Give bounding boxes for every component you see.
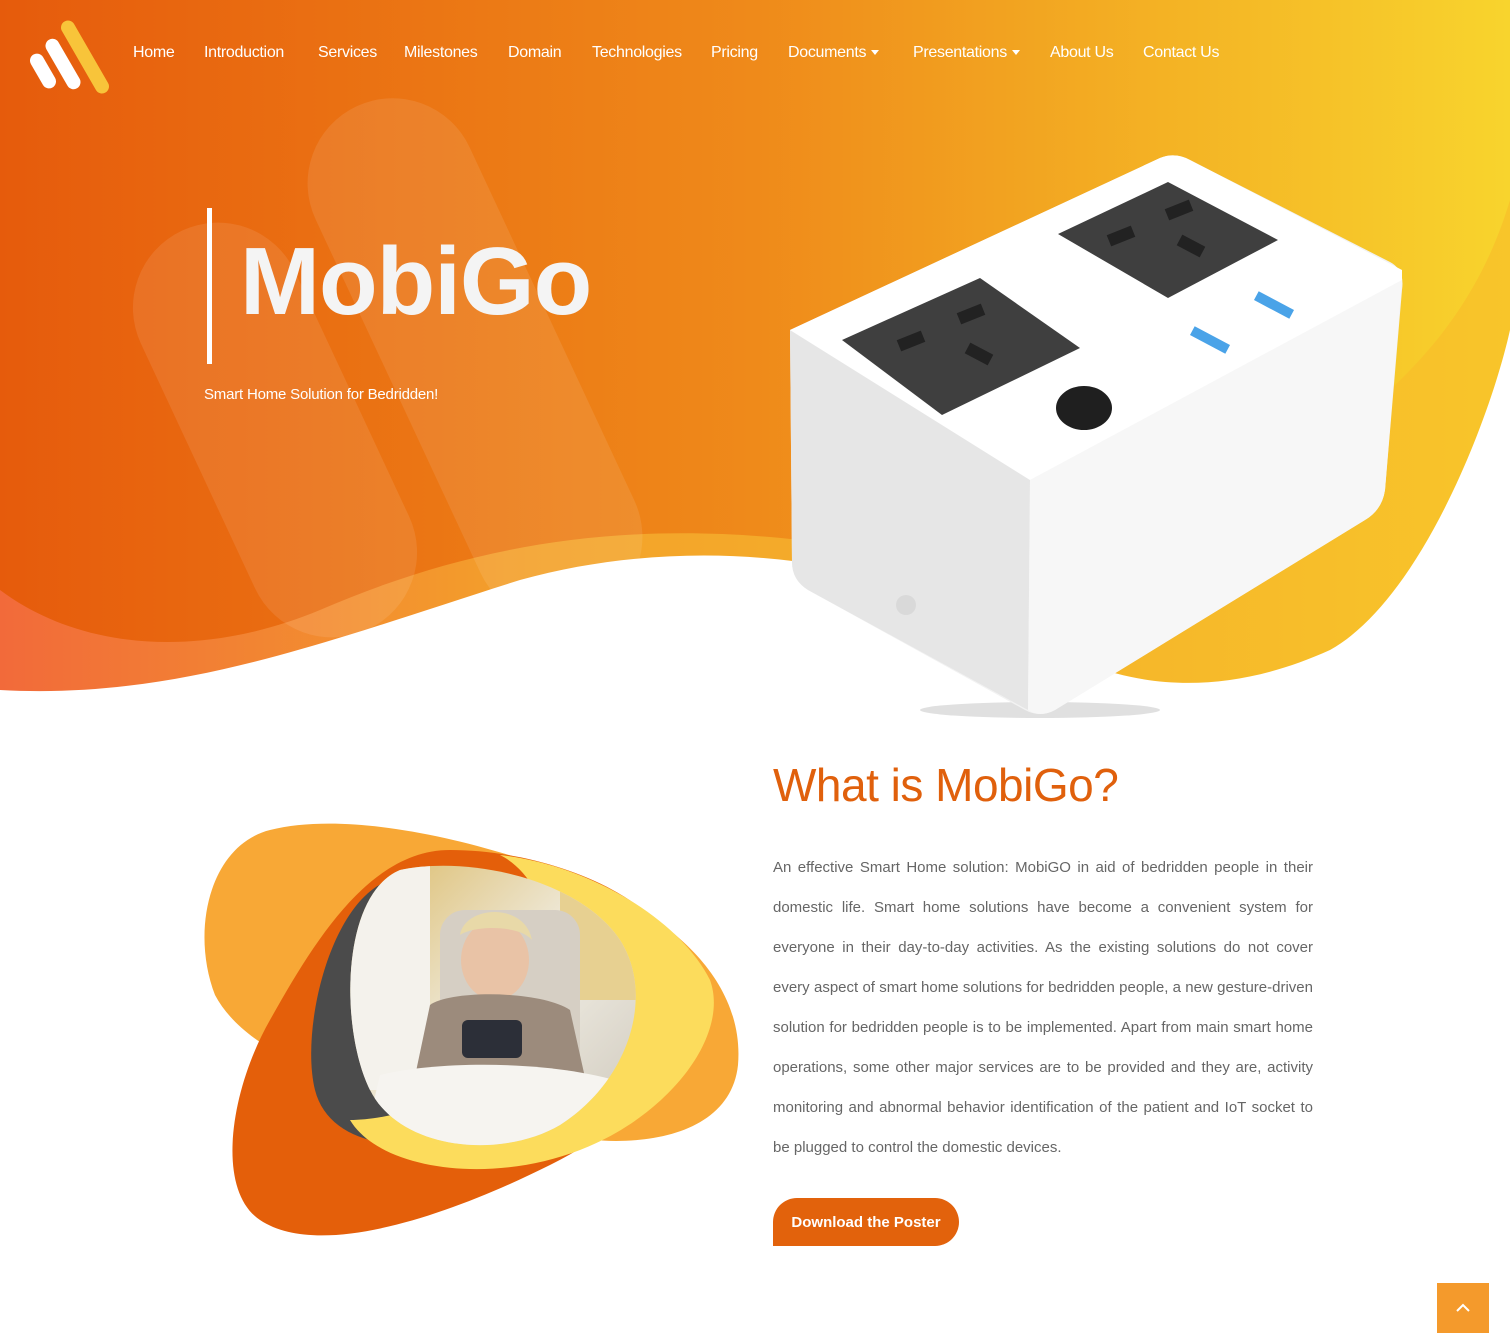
nav-services[interactable]: Services: [318, 44, 377, 68]
chevron-up-icon: [1456, 1303, 1470, 1312]
brand-logo-icon[interactable]: [30, 14, 114, 98]
nav-documents-dropdown[interactable]: Documents: [788, 44, 880, 68]
about-heading: What is MobiGo?: [773, 759, 1119, 811]
hero-title: MobiGo: [240, 228, 592, 335]
nav-documents-label: Documents: [788, 44, 867, 61]
download-poster-button[interactable]: Download the Poster: [773, 1198, 959, 1246]
title-accent-bar: [207, 208, 212, 364]
about-description: An effective Smart Home solution: MobiGO…: [773, 859, 1313, 1156]
nav-domain[interactable]: Domain: [508, 44, 562, 68]
nav-technologies[interactable]: Technologies: [592, 44, 682, 68]
nav-milestones[interactable]: Milestones: [404, 44, 478, 68]
nav-presentations-label: Presentations: [913, 44, 1007, 61]
nav-home[interactable]: Home: [133, 44, 175, 68]
scroll-to-top-button[interactable]: [1437, 1283, 1489, 1333]
caret-down-icon: [1011, 50, 1020, 56]
nav-contact-us[interactable]: Contact Us: [1143, 44, 1219, 68]
patient-photo-artwork: [204, 823, 739, 1236]
smart-socket-image: [790, 155, 1403, 718]
nav-introduction[interactable]: Introduction: [204, 44, 284, 68]
caret-down-icon: [871, 50, 880, 56]
hero-subtitle: Smart Home Solution for Bedridden!: [204, 386, 439, 403]
nav-presentations-dropdown[interactable]: Presentations: [913, 44, 1020, 68]
nav-about-us[interactable]: About Us: [1050, 44, 1114, 68]
nav-pricing[interactable]: Pricing: [711, 44, 758, 68]
